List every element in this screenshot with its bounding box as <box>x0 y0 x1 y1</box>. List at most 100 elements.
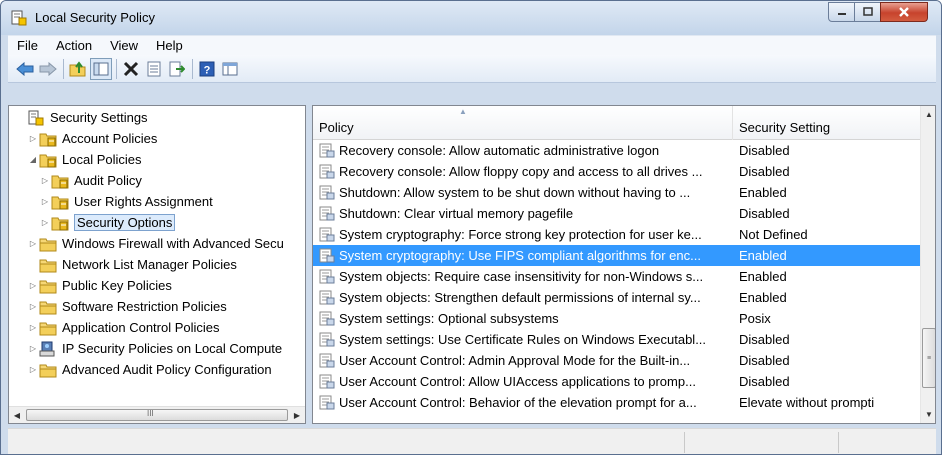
back-button[interactable] <box>14 58 36 80</box>
export-list-button[interactable] <box>166 58 188 80</box>
policy-folder-icon <box>39 131 57 147</box>
table-row[interactable]: System objects: Strengthen default permi… <box>313 287 920 308</box>
close-button[interactable] <box>880 2 928 22</box>
tree-item-software-restriction-policies[interactable]: ▷ Software Restriction Policies <box>27 296 227 317</box>
scroll-left-icon: ◀ <box>13 410 21 420</box>
tree-item-label: Account Policies <box>62 131 158 146</box>
tree-item-network-list-manager-policies[interactable]: Network List Manager Policies <box>27 254 237 275</box>
security-setting-value: Disabled <box>739 143 790 158</box>
tree-item-advanced-audit-policy-configuration[interactable]: ▷ Advanced Audit Policy Configuration <box>27 359 272 380</box>
tree-item-windows-firewall-with-advanced-secu[interactable]: ▷ Windows Firewall with Advanced Secu <box>27 233 284 254</box>
minimize-button[interactable] <box>828 2 855 22</box>
policy-name: System cryptography: Force strong key pr… <box>339 227 702 242</box>
tree-scroll-thumb[interactable]: III <box>26 409 288 421</box>
policy-folder-icon <box>39 152 57 168</box>
table-row[interactable]: Shutdown: Clear virtual memory pagefile D… <box>313 203 920 224</box>
policy-name: Shutdown: Allow system to be shut down w… <box>339 185 691 200</box>
show-hide-tree-button[interactable] <box>90 57 112 80</box>
status-bar <box>8 428 936 454</box>
console-tree[interactable]: Security Settings ▷ Account Policies ◢ Local… <box>8 105 306 424</box>
policy-name: System objects: Require case insensitivi… <box>339 269 704 284</box>
scroll-left-button[interactable]: ◀ <box>9 407 25 423</box>
table-row[interactable]: System objects: Require case insensitivi… <box>313 266 920 287</box>
forward-arrow-icon <box>39 61 57 76</box>
tree-item-ip-security-policies-on-local-compute[interactable]: ▷ IP Security Policies on Local Compute <box>27 338 282 359</box>
menu-action[interactable]: Action <box>47 38 101 53</box>
tree-item-account-policies[interactable]: ▷ Account Policies <box>27 128 157 149</box>
table-row[interactable]: User Account Control: Allow UIAccess app… <box>313 371 920 392</box>
collapsed-arrow-icon[interactable]: ▷ <box>27 365 39 374</box>
export-list-icon <box>169 61 185 76</box>
table-row[interactable]: User Account Control: Behavior of the el… <box>313 392 920 413</box>
folder-icon <box>39 299 57 315</box>
folder-icon <box>39 257 57 273</box>
help-button[interactable]: ? <box>196 58 218 80</box>
tree-item-user-rights-assignment[interactable]: ▷ User Rights Assignment <box>39 191 213 212</box>
console-button[interactable] <box>219 58 241 80</box>
collapsed-arrow-icon[interactable]: ▷ <box>27 323 39 332</box>
table-row[interactable]: Recovery console: Allow automatic admini… <box>313 140 920 161</box>
table-row[interactable]: Recovery console: Allow floppy copy and … <box>313 161 920 182</box>
policy-list[interactable]: Policy ▲ Security Setting Recovery conso… <box>312 105 936 424</box>
security-setting-value: Disabled <box>739 332 790 347</box>
policy-icon <box>319 332 335 347</box>
policy-name: Recovery console: Allow automatic admini… <box>339 143 660 158</box>
maximize-button[interactable] <box>854 2 881 22</box>
list-vertical-scrollbar[interactable]: ▲ ≡ ▼ <box>920 106 935 423</box>
security-policy-icon <box>11 10 27 26</box>
menu-file[interactable]: File <box>8 38 47 53</box>
properties-button[interactable] <box>143 58 165 80</box>
collapsed-arrow-icon[interactable]: ▷ <box>39 197 51 206</box>
tree-item-audit-policy[interactable]: ▷ Audit Policy <box>39 170 142 191</box>
collapsed-arrow-icon[interactable]: ▷ <box>27 134 39 143</box>
tree-item-public-key-policies[interactable]: ▷ Public Key Policies <box>27 275 172 296</box>
tree-item-label: Software Restriction Policies <box>62 299 227 314</box>
security-setting-value: Enabled <box>739 269 787 284</box>
properties-icon <box>147 61 161 76</box>
column-header-security-setting[interactable]: Security Setting <box>733 106 920 140</box>
tree-item-label: Security Settings <box>50 110 148 125</box>
tree-item-label: Application Control Policies <box>62 320 220 335</box>
policy-icon <box>319 395 335 410</box>
scroll-down-button[interactable]: ▼ <box>921 406 935 422</box>
table-row[interactable]: System cryptography: Force strong key pr… <box>313 224 920 245</box>
policy-folder-icon <box>51 173 69 189</box>
list-header: Policy ▲ Security Setting <box>313 106 920 140</box>
expanded-arrow-icon[interactable]: ◢ <box>27 155 39 164</box>
collapsed-arrow-icon[interactable]: ▷ <box>27 281 39 290</box>
collapsed-arrow-icon[interactable]: ▷ <box>27 239 39 248</box>
column-header-setting-label: Security Setting <box>739 120 831 135</box>
delete-button[interactable] <box>120 58 142 80</box>
up-one-level-button[interactable] <box>67 58 89 80</box>
tree-item-local-policies[interactable]: ◢ Local Policies <box>27 149 142 170</box>
menu-view[interactable]: View <box>101 38 147 53</box>
collapsed-arrow-icon[interactable]: ▷ <box>39 218 51 227</box>
security-settings-icon <box>27 110 45 126</box>
column-header-policy[interactable]: Policy <box>313 106 733 140</box>
tree-item-security-options[interactable]: ▷ Security Options <box>39 212 176 233</box>
security-setting-value: Disabled <box>739 374 790 389</box>
collapsed-arrow-icon[interactable]: ▷ <box>27 302 39 311</box>
tree-item-security-settings[interactable]: Security Settings <box>15 107 148 128</box>
table-row[interactable]: User Account Control: Admin Approval Mod… <box>313 350 920 371</box>
policy-name: Shutdown: Clear virtual memory pagefile <box>339 206 574 221</box>
table-row[interactable]: System settings: Optional subsystems Posi… <box>313 308 920 329</box>
forward-button[interactable] <box>37 58 59 80</box>
table-row[interactable]: Shutdown: Allow system to be shut down w… <box>313 182 920 203</box>
table-row[interactable]: System cryptography: Use FIPS compliant … <box>313 245 920 266</box>
policy-icon <box>319 164 335 179</box>
collapsed-arrow-icon[interactable]: ▷ <box>27 344 39 353</box>
scroll-right-button[interactable]: ▶ <box>289 407 305 423</box>
window-title: Local Security Policy <box>35 10 155 25</box>
title-bar[interactable]: Local Security Policy <box>1 1 941 35</box>
collapsed-arrow-icon[interactable]: ▷ <box>39 176 51 185</box>
menu-help[interactable]: Help <box>147 38 192 53</box>
tree-horizontal-scrollbar[interactable]: ◀ III ▶ <box>9 406 305 423</box>
scroll-up-button[interactable]: ▲ <box>921 106 935 122</box>
policy-icon <box>319 143 335 158</box>
tree-item-application-control-policies[interactable]: ▷ Application Control Policies <box>27 317 220 338</box>
policy-icon <box>319 374 335 389</box>
list-scroll-thumb[interactable]: ≡ <box>922 328 935 388</box>
up-folder-icon <box>69 60 86 76</box>
table-row[interactable]: System settings: Use Certificate Rules o… <box>313 329 920 350</box>
